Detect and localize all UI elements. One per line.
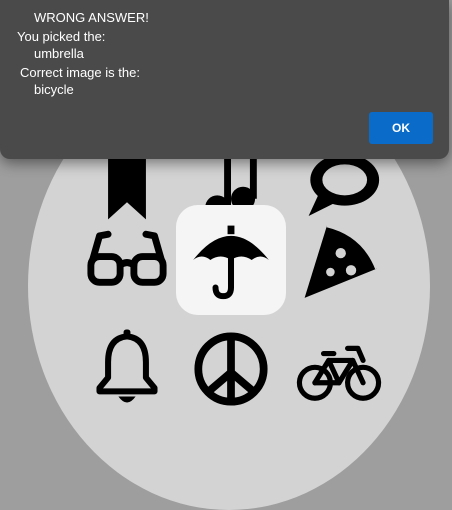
alert-title: WRONG ANSWER! — [34, 10, 149, 25]
bicycle-icon — [296, 345, 382, 401]
ok-button[interactable]: OK — [369, 112, 433, 144]
umbrella-icon — [193, 225, 269, 300]
bicycle-cell[interactable] — [284, 314, 394, 424]
glasses-cell[interactable] — [72, 205, 182, 315]
alert-dialog: WRONG ANSWER! You picked the: umbrella C… — [0, 0, 449, 159]
peace-cell[interactable] — [176, 314, 286, 424]
glasses-icon — [87, 230, 167, 286]
pizza-slice-icon — [304, 223, 379, 298]
peace-icon — [194, 332, 268, 406]
picked-value: umbrella — [34, 46, 84, 61]
umbrella-cell[interactable] — [176, 205, 286, 315]
bell-icon — [96, 329, 158, 403]
pizza-slice-cell[interactable] — [284, 205, 394, 315]
correct-value: bicycle — [34, 82, 74, 97]
bell-cell[interactable] — [72, 314, 182, 424]
